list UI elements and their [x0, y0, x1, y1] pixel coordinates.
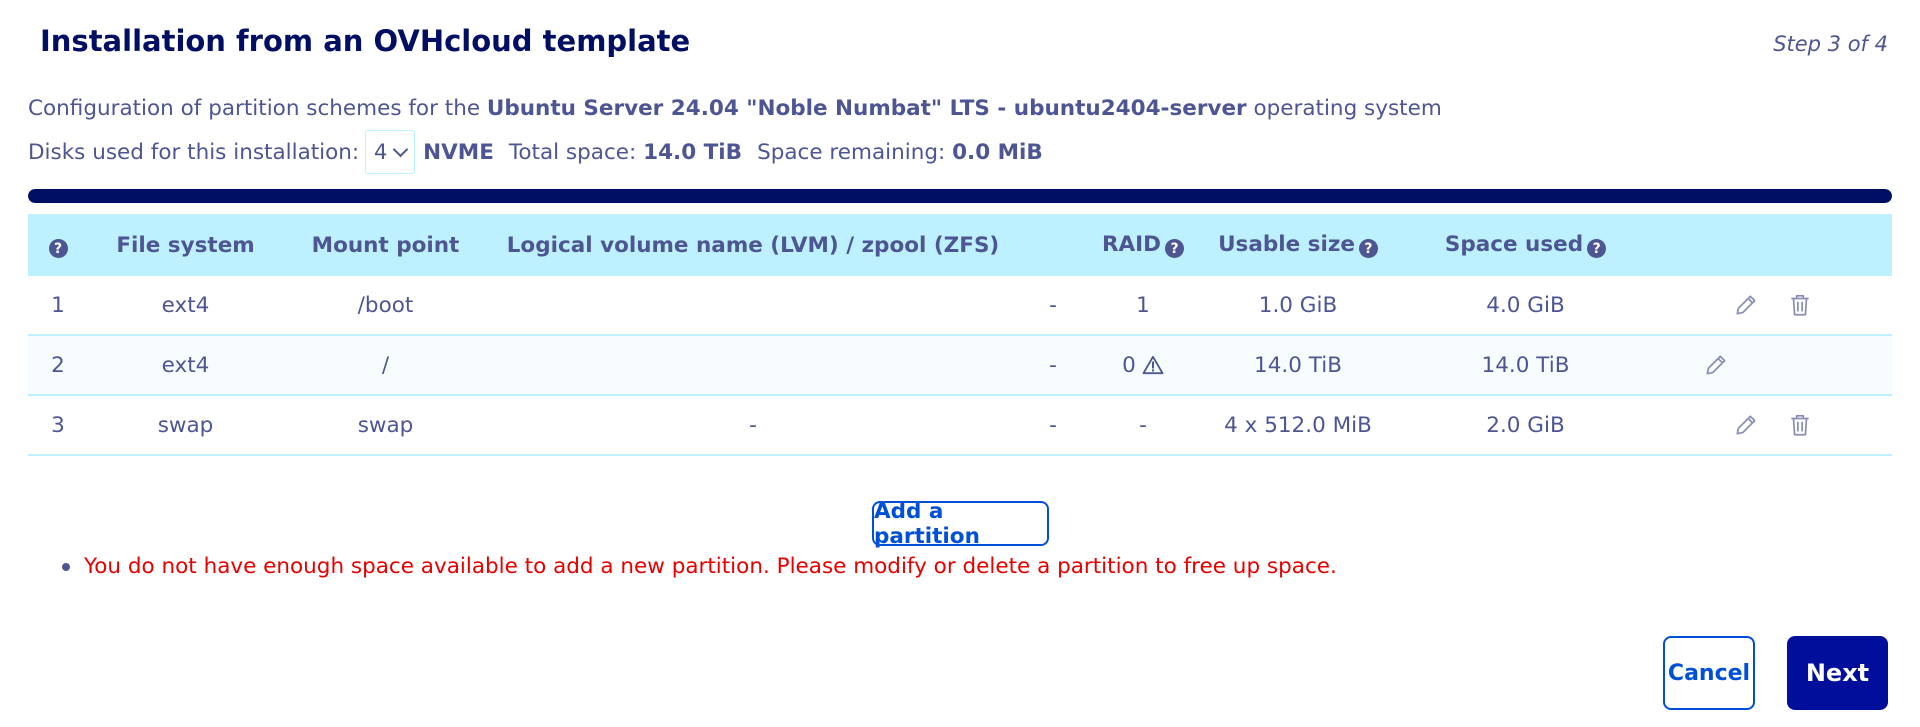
cell-mount-point: / — [283, 335, 488, 396]
cell-usable-size: 14.0 TiB — [1198, 335, 1398, 396]
cell-dash: - — [1018, 335, 1088, 396]
cell-index: 2 — [28, 335, 88, 396]
cell-raid: 0 — [1088, 335, 1198, 396]
table-row: 1 ext4 /boot - 1 1.0 GiB 4.0 GiB — [28, 276, 1892, 336]
os-description-prefix: Configuration of partition schemes for t… — [28, 96, 487, 121]
error-message: You do not have enough space available t… — [62, 554, 1337, 579]
cell-raid: - — [1088, 395, 1198, 456]
question-circle-icon[interactable]: ? — [48, 239, 68, 259]
chevron-down-icon — [393, 141, 409, 157]
col-usable-size: Usable size? — [1198, 214, 1398, 276]
space-usage-fill — [28, 189, 1892, 203]
cell-logical-volume: - — [488, 395, 1018, 456]
col-logical-volume: Logical volume name (LVM) / zpool (ZFS) — [506, 232, 1000, 258]
cell-logical-volume — [488, 335, 1018, 396]
trash-icon[interactable] — [1787, 412, 1813, 438]
cancel-button[interactable]: Cancel — [1663, 636, 1755, 710]
col-mount-point: Mount point — [311, 232, 460, 258]
page-header: Installation from an OVHcloud template S… — [40, 24, 1888, 64]
partition-table: ? File system Mount point Logical volume… — [28, 214, 1892, 456]
page-title: Installation from an OVHcloud template — [40, 24, 691, 58]
col-filesystem: File system — [116, 232, 255, 258]
pencil-icon[interactable] — [1733, 292, 1759, 318]
os-name: Ubuntu Server 24.04 "Noble Numbat" LTS -… — [486, 96, 1247, 121]
os-description: Configuration of partition schemes for t… — [28, 96, 1442, 121]
table-header-row: ? File system Mount point Logical volume… — [28, 214, 1892, 276]
raid-value: 0 — [1122, 352, 1136, 378]
question-circle-icon[interactable]: ? — [1165, 239, 1185, 259]
add-partition-button[interactable]: Add a partition — [872, 499, 1049, 549]
cell-space-used: 2.0 GiB — [1398, 395, 1653, 456]
disks-label: Disks used for this installation: — [28, 139, 360, 165]
col-space-used: Space used? — [1398, 214, 1653, 276]
disk-count-select[interactable]: 4 — [365, 130, 416, 174]
total-space-value: 14.0 TiB — [643, 139, 743, 165]
cell-mount-point: /boot — [283, 276, 488, 336]
space-remaining-label: Space remaining: — [757, 139, 946, 165]
cell-mount-point: swap — [283, 395, 488, 456]
cell-raid: 1 — [1088, 276, 1198, 336]
cell-dash: - — [1018, 276, 1088, 336]
cell-dash: - — [1018, 395, 1088, 456]
total-space-label: Total space: — [508, 139, 637, 165]
question-circle-icon[interactable]: ? — [1358, 239, 1378, 259]
cell-index: 1 — [28, 276, 88, 336]
cell-space-used: 14.0 TiB — [1398, 335, 1653, 396]
space-remaining-value: 0.0 MiB — [952, 139, 1043, 165]
error-message-text: You do not have enough space available t… — [84, 554, 1337, 579]
cell-usable-size: 4 x 512.0 MiB — [1198, 395, 1398, 456]
col-space-used-label: Space used — [1444, 231, 1584, 257]
cell-index: 3 — [28, 395, 88, 456]
os-description-suffix: operating system — [1246, 96, 1442, 121]
disk-count-value: 4 — [373, 140, 388, 164]
trash-icon[interactable] — [1787, 292, 1813, 318]
cell-usable-size: 1.0 GiB — [1198, 276, 1398, 336]
col-raid: RAID? — [1088, 214, 1198, 276]
disk-type: NVME — [423, 139, 494, 165]
table-row: 2 ext4 / - 0 14.0 TiB 14.0 TiB — [28, 335, 1892, 396]
cell-filesystem: swap — [88, 395, 283, 456]
space-usage-bar — [28, 189, 1892, 203]
col-usable-size-label: Usable size — [1218, 231, 1355, 257]
cell-logical-volume — [488, 276, 1018, 336]
disks-summary: Disks used for this installation: 4 NVME… — [28, 128, 1043, 176]
step-indicator: Step 3 of 4 — [1773, 32, 1888, 56]
table-row: 3 swap swap - - - 4 x 512.0 MiB 2.0 GiB — [28, 395, 1892, 456]
cell-filesystem: ext4 — [88, 276, 283, 336]
bullet-icon — [62, 562, 70, 571]
question-circle-icon[interactable]: ? — [1587, 239, 1607, 259]
pencil-icon[interactable] — [1703, 352, 1729, 378]
cell-filesystem: ext4 — [88, 335, 283, 396]
pencil-icon[interactable] — [1733, 412, 1759, 438]
cell-space-used: 4.0 GiB — [1398, 276, 1653, 336]
warning-icon — [1142, 355, 1164, 374]
next-button[interactable]: Next — [1787, 636, 1888, 710]
col-raid-label: RAID — [1101, 231, 1162, 257]
